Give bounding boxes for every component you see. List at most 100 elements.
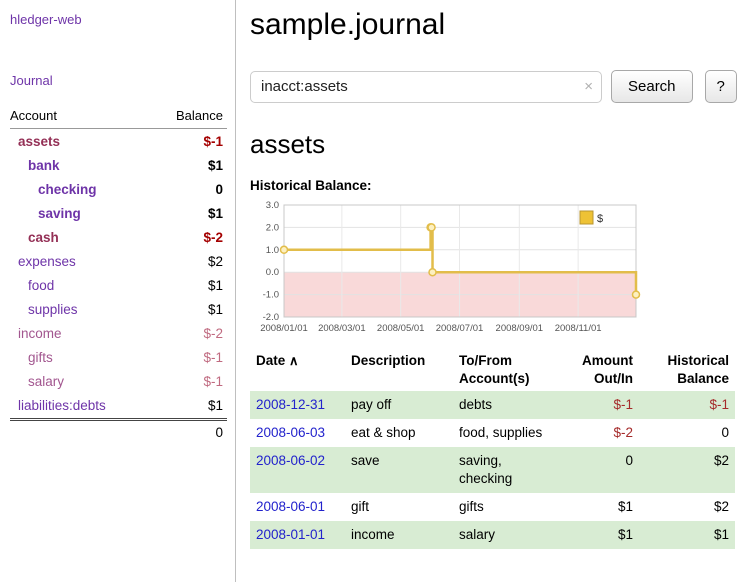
accounts-table: Account Balance assets $-1 bank $1 check… xyxy=(10,108,227,443)
transaction-row: 2008-06-02 save saving, checking 0 $2 xyxy=(250,447,735,493)
account-link-salary[interactable]: salary xyxy=(10,374,64,389)
transaction-date-link[interactable]: 2008-06-03 xyxy=(256,425,325,440)
account-link-income[interactable]: income xyxy=(10,326,62,341)
account-link-gifts[interactable]: gifts xyxy=(10,350,53,365)
account-balance: $-1 xyxy=(203,374,223,389)
account-row: cash $-2 xyxy=(10,225,227,249)
col-header-date[interactable]: Date ∧ xyxy=(250,349,345,391)
account-link-saving[interactable]: saving xyxy=(10,206,81,221)
transaction-balance: $-1 xyxy=(639,391,735,419)
transaction-balance: $1 xyxy=(639,521,735,549)
account-heading: assets xyxy=(250,129,737,160)
account-row: assets $-1 xyxy=(10,129,227,153)
transaction-amount: $-1 xyxy=(557,391,639,419)
total-balance: 0 xyxy=(215,425,223,440)
svg-text:0.0: 0.0 xyxy=(266,267,279,278)
account-row: gifts $-1 xyxy=(10,345,227,369)
col-header-amount: Amount Out/In xyxy=(557,349,639,391)
col-header-description: Description xyxy=(345,349,453,391)
svg-text:$: $ xyxy=(597,213,603,225)
transaction-balance: 0 xyxy=(639,419,735,447)
account-link-cash[interactable]: cash xyxy=(10,230,59,245)
account-link-checking[interactable]: checking xyxy=(10,182,97,197)
app-root: hledger-web Journal Account Balance asse… xyxy=(0,0,742,582)
account-link-food[interactable]: food xyxy=(10,278,54,293)
account-link-liabilities-debts[interactable]: liabilities:debts xyxy=(10,398,106,413)
account-balance: $-1 xyxy=(203,134,223,149)
account-row: checking 0 xyxy=(10,177,227,201)
account-balance: $1 xyxy=(208,302,223,317)
transaction-row: 2008-06-03 eat & shop food, supplies $-2… xyxy=(250,419,735,447)
transaction-description: eat & shop xyxy=(345,419,453,447)
transaction-balance: $2 xyxy=(639,493,735,521)
chart-title: Historical Balance: xyxy=(250,178,737,193)
sort-asc-icon: ∧ xyxy=(289,353,299,368)
transaction-accounts: salary xyxy=(453,521,557,549)
svg-text:2.0: 2.0 xyxy=(266,222,279,233)
nav-journal-link[interactable]: Journal xyxy=(10,73,227,88)
search-input[interactable] xyxy=(250,71,602,103)
transaction-row: 2008-01-01 income salary $1 $1 xyxy=(250,521,735,549)
account-balance: $-2 xyxy=(203,230,223,245)
register-table: Date ∧ Description To/From Account(s) Am… xyxy=(250,349,735,549)
account-row: expenses $2 xyxy=(10,249,227,273)
register-header-row: Date ∧ Description To/From Account(s) Am… xyxy=(250,349,735,391)
transaction-accounts: debts xyxy=(453,391,557,419)
help-button[interactable]: ? xyxy=(705,70,737,103)
account-row: saving $1 xyxy=(10,201,227,225)
app-title-link[interactable]: hledger-web xyxy=(10,12,227,27)
account-link-assets[interactable]: assets xyxy=(10,134,60,149)
transaction-description: pay off xyxy=(345,391,453,419)
svg-text:2008/09/01: 2008/09/01 xyxy=(496,323,544,334)
col-header-balance: Historical Balance xyxy=(639,349,735,391)
transaction-date-link[interactable]: 2008-06-01 xyxy=(256,499,325,514)
svg-text:3.0: 3.0 xyxy=(266,200,279,211)
account-link-bank[interactable]: bank xyxy=(10,158,60,173)
transaction-date-link[interactable]: 2008-06-02 xyxy=(256,453,325,468)
svg-text:2008/11/01: 2008/11/01 xyxy=(555,323,602,334)
transaction-date-link[interactable]: 2008-12-31 xyxy=(256,397,325,412)
transaction-amount: $-2 xyxy=(557,419,639,447)
svg-text:2008/05/01: 2008/05/01 xyxy=(377,323,425,334)
accounts-table-header: Account Balance xyxy=(10,108,227,129)
transaction-accounts: food, supplies xyxy=(453,419,557,447)
transaction-amount: $1 xyxy=(557,521,639,549)
svg-text:-1.0: -1.0 xyxy=(263,290,279,301)
account-balance: $2 xyxy=(208,254,223,269)
clear-search-icon[interactable]: × xyxy=(584,78,593,95)
account-row: supplies $1 xyxy=(10,297,227,321)
account-row: salary $-1 xyxy=(10,369,227,393)
accounts-header-balance: Balance xyxy=(176,108,223,123)
col-header-accounts: To/From Account(s) xyxy=(453,349,557,391)
page-title: sample.journal xyxy=(250,8,737,42)
account-link-supplies[interactable]: supplies xyxy=(10,302,78,317)
transaction-date-link[interactable]: 2008-01-01 xyxy=(256,527,325,542)
account-balance: $1 xyxy=(208,206,223,221)
transaction-accounts: gifts xyxy=(453,493,557,521)
account-link-expenses[interactable]: expenses xyxy=(10,254,76,269)
svg-text:1.0: 1.0 xyxy=(266,245,279,256)
transaction-row: 2008-06-01 gift gifts $1 $2 xyxy=(250,493,735,521)
account-balance: $-2 xyxy=(203,326,223,341)
transaction-description: gift xyxy=(345,493,453,521)
search-button[interactable]: Search xyxy=(611,70,693,103)
svg-text:2008/01/01: 2008/01/01 xyxy=(260,323,308,334)
search-bar: × Search ? xyxy=(250,70,737,103)
account-row: bank $1 xyxy=(10,153,227,177)
transaction-balance: $2 xyxy=(639,447,735,493)
svg-text:2008/07/01: 2008/07/01 xyxy=(436,323,484,334)
transaction-description: save xyxy=(345,447,453,493)
account-balance: $1 xyxy=(208,158,223,173)
accounts-header-account: Account xyxy=(10,108,57,123)
svg-text:-2.0: -2.0 xyxy=(263,312,279,323)
transaction-row: 2008-12-31 pay off debts $-1 $-1 xyxy=(250,391,735,419)
account-balance: $1 xyxy=(208,278,223,293)
transaction-amount: 0 xyxy=(557,447,639,493)
historical-balance-chart: $3.02.01.00.0-1.0-2.02008/01/012008/03/0… xyxy=(250,199,644,337)
account-row: liabilities:debts $1 xyxy=(10,393,227,417)
account-row: food $1 xyxy=(10,273,227,297)
sidebar: hledger-web Journal Account Balance asse… xyxy=(0,0,236,582)
total-row: 0 xyxy=(10,421,227,443)
account-row: income $-2 xyxy=(10,321,227,345)
transaction-amount: $1 xyxy=(557,493,639,521)
